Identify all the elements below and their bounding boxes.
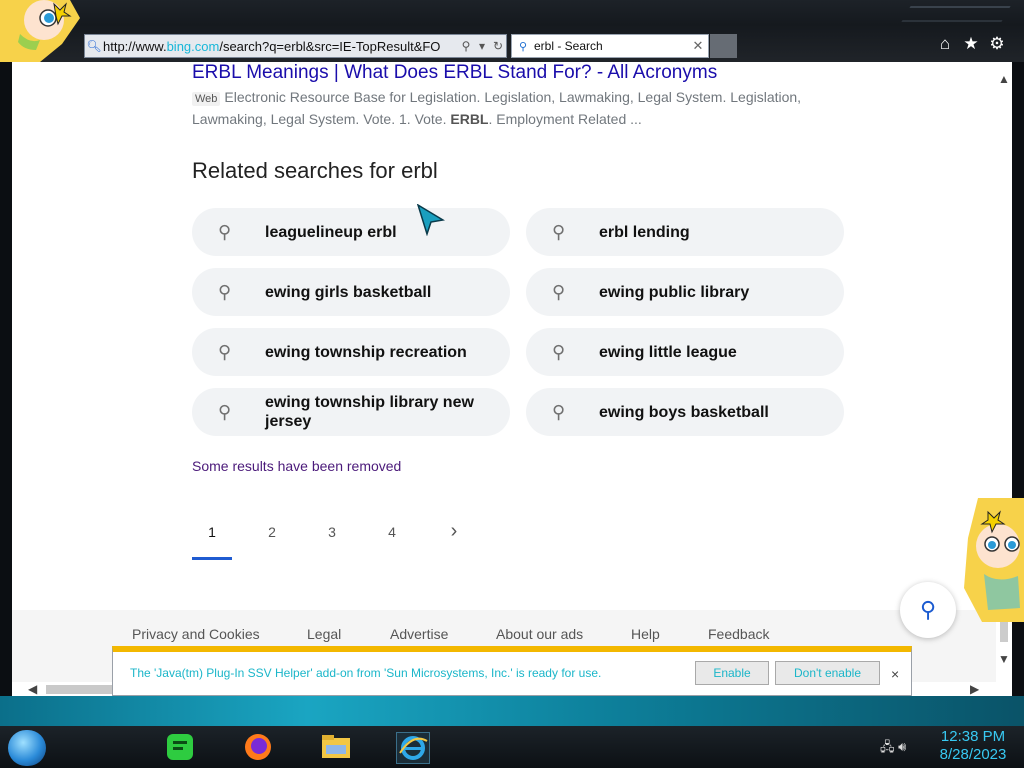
- footer-link-about-ads[interactable]: About our ads: [496, 626, 583, 642]
- footer-link-advertise[interactable]: Advertise: [390, 626, 448, 642]
- internet-explorer-icon[interactable]: [396, 732, 430, 764]
- related-search-item[interactable]: ⚲ ewing township library new jersey: [192, 388, 510, 436]
- page-link-4[interactable]: 4: [372, 524, 412, 540]
- dont-enable-button[interactable]: Don't enable: [775, 661, 880, 685]
- footer-link-legal[interactable]: Legal: [307, 626, 341, 642]
- mouse-cursor-icon: [417, 204, 445, 236]
- mascot-wallpaper-right: [958, 498, 1024, 622]
- taskbar-clock[interactable]: 12:38 PM 8/28/2023: [930, 728, 1016, 764]
- search-dropdown-icon[interactable]: ⚲: [458, 39, 474, 53]
- search-icon: ⚲: [919, 597, 937, 622]
- search-icon: ⚲: [518, 40, 528, 53]
- footer-link-feedback[interactable]: Feedback: [708, 626, 769, 642]
- related-search-item[interactable]: ⚲ ewing boys basketball: [526, 388, 844, 436]
- browser-toolbar: ⌂ ★ ⚙: [936, 34, 1006, 54]
- floating-search-button[interactable]: ⚲: [900, 582, 956, 638]
- search-icon: ⚲: [552, 341, 566, 362]
- footer-link-privacy[interactable]: Privacy and Cookies: [132, 626, 260, 642]
- current-page-indicator: [192, 557, 232, 560]
- close-icon[interactable]: ×: [891, 666, 899, 682]
- volume-icon[interactable]: 🔊︎: [898, 739, 906, 754]
- related-search-item[interactable]: ⚲ ewing township recreation: [192, 328, 510, 376]
- system-tray: 🖧︎ 🔊︎: [880, 738, 906, 760]
- mascot-wallpaper-top: [0, 0, 92, 62]
- result-title-link[interactable]: ERBL Meanings | What Does ERBL Stand For…: [192, 62, 717, 84]
- start-button[interactable]: [8, 730, 46, 766]
- notes-app-icon[interactable]: [164, 732, 196, 762]
- chrome-decoration: [901, 6, 1011, 22]
- tab-close-icon[interactable]: ✕: [688, 38, 708, 54]
- gear-icon[interactable]: ⚙: [988, 34, 1006, 54]
- footer-link-help[interactable]: Help: [631, 626, 660, 642]
- page-link-3[interactable]: 3: [312, 524, 352, 540]
- refresh-icon[interactable]: ↻: [490, 39, 506, 53]
- notification-message: The 'Java(tm) Plug-In SSV Helper' add-on…: [130, 666, 602, 680]
- related-searches-heading: Related searches for erbl: [192, 158, 438, 183]
- network-icon[interactable]: 🖧︎: [880, 739, 895, 754]
- scroll-right-icon[interactable]: ▶: [970, 682, 979, 696]
- enable-button[interactable]: Enable: [695, 661, 769, 685]
- clock-time: 12:38 PM: [940, 728, 1006, 745]
- search-icon: ⚲: [552, 401, 566, 422]
- tab-label: erbl - Search: [534, 39, 603, 53]
- search-icon: ⚲: [218, 221, 232, 242]
- related-search-item[interactable]: ⚲ erbl lending: [526, 208, 844, 256]
- snippet-tail: . Employment Related ...: [488, 111, 642, 127]
- desktop-wallpaper-strip: [0, 696, 1024, 728]
- page-link-2[interactable]: 2: [252, 524, 292, 540]
- search-icon: ⚲: [552, 221, 566, 242]
- search-icon: ⚲: [218, 401, 232, 422]
- chevron-down-icon[interactable]: ▾: [474, 39, 490, 53]
- snippet-bold: ERBL: [450, 111, 489, 127]
- clock-date: 8/28/2023: [939, 746, 1007, 763]
- address-url[interactable]: http://www.bing.com/search?q=erbl&src=IE…: [103, 39, 458, 54]
- file-explorer-icon[interactable]: [320, 732, 352, 762]
- next-page-chevron-icon[interactable]: ›: [434, 520, 474, 543]
- removed-results-link[interactable]: Some results have been removed: [192, 458, 401, 474]
- page-viewport: ERBL Meanings | What Does ERBL Stand For…: [12, 62, 996, 682]
- home-icon[interactable]: ⌂: [936, 34, 954, 54]
- result-snippet: Web Electronic Resource Base for Legislat…: [192, 86, 812, 130]
- related-search-item[interactable]: ⚲ ewing girls basketball: [192, 268, 510, 316]
- firefox-icon[interactable]: [242, 732, 274, 762]
- address-bar[interactable]: 🔍︎ http://www.bing.com/search?q=erbl&src…: [84, 34, 507, 58]
- scroll-up-icon[interactable]: ▲: [996, 72, 1012, 86]
- web-badge: Web: [192, 92, 221, 106]
- page-link-1[interactable]: 1: [192, 524, 232, 540]
- star-icon[interactable]: ★: [962, 34, 980, 54]
- related-search-item[interactable]: ⚲ ewing little league: [526, 328, 844, 376]
- search-icon: ⚲: [552, 281, 566, 302]
- scroll-down-icon[interactable]: ▼: [996, 652, 1012, 666]
- related-search-item[interactable]: ⚲ leaguelineup erbl: [192, 208, 510, 256]
- addon-notification-bar: The 'Java(tm) Plug-In SSV Helper' add-on…: [112, 646, 912, 696]
- taskbar: [0, 726, 1024, 768]
- search-icon: ⚲: [218, 281, 232, 302]
- search-icon: ⚲: [218, 341, 232, 362]
- tab-erbl-search[interactable]: ⚲ erbl - Search ✕: [511, 34, 709, 58]
- related-search-item[interactable]: ⚲ ewing public library: [526, 268, 844, 316]
- scroll-left-icon[interactable]: ◀: [28, 682, 37, 696]
- new-tab-button[interactable]: [710, 34, 737, 58]
